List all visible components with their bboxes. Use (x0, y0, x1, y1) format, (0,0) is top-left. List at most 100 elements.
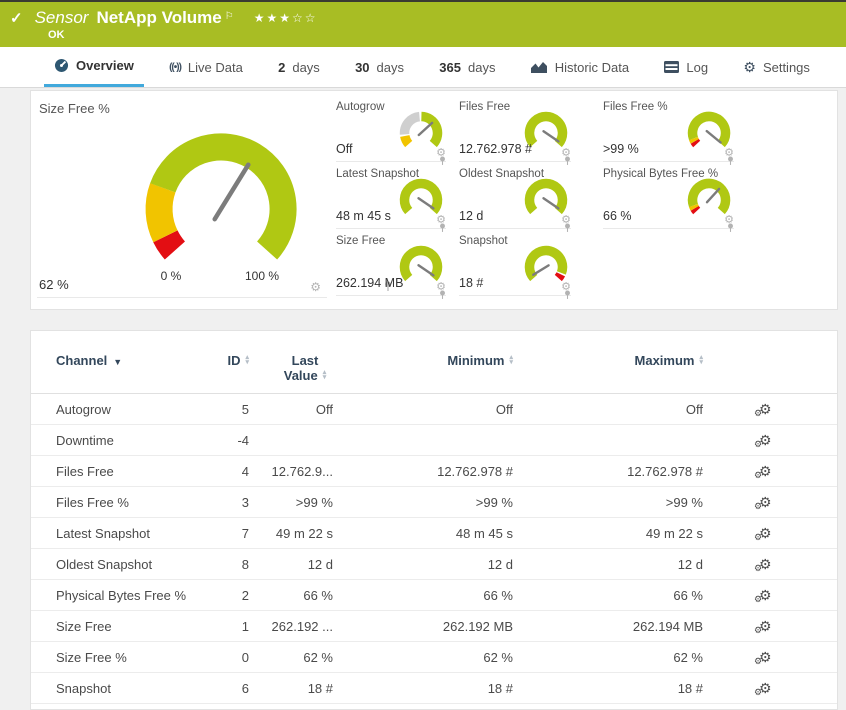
channel-settings-icon[interactable]: ⚙ ⚙ (754, 464, 772, 480)
cell-maximum: 12 d (677, 556, 703, 572)
gauge-pin-icon[interactable] (564, 156, 571, 166)
channel-settings-icon[interactable]: ⚙ ⚙ (754, 588, 772, 604)
gauge-pin-icon[interactable] (439, 223, 446, 233)
cell-maximum: 66 % (673, 587, 703, 603)
tab-label: Live Data (187, 59, 243, 75)
channel-settings-icon[interactable]: ⚙ ⚙ (754, 433, 772, 449)
cell-id: -4 (237, 432, 249, 448)
prtg-sensor-page: { "header": { "check_icon": "✓", "kind":… (0, 0, 846, 710)
channel-settings-icon[interactable]: ⚙ ⚙ (754, 650, 772, 666)
channel-settings-icon[interactable]: ⚙ ⚙ (754, 619, 772, 635)
col-header-minimum[interactable]: Minimum ▴ ▾ (351, 353, 529, 368)
gauge-value: 12.762.978 # (459, 142, 532, 156)
channel-settings-icon[interactable]: ⚙ ⚙ (754, 402, 772, 418)
gauge-label: Files Free % (603, 101, 668, 113)
gauge-pin-icon[interactable] (727, 156, 734, 166)
channel-settings-icon[interactable]: ⚙ ⚙ (754, 495, 772, 511)
cell-maximum: 12.762.978 # (627, 463, 703, 479)
cell-channel: Oldest Snapshot (56, 556, 153, 572)
gauge-actions: ⚙ (436, 215, 446, 232)
cell-id: 5 (241, 401, 249, 417)
gauge-value: 262.194 MB (336, 276, 404, 290)
table-row: Physical Bytes Free % 2 66 % 66 % 66 % ⚙ ⚙ (31, 580, 837, 611)
cell-last-value: 49 m 22 s (275, 525, 333, 541)
cell-minimum: 12.762.978 # (437, 463, 513, 479)
gauge-actions: ⚙ (724, 148, 734, 165)
main-gauge-label: Size Free % (39, 101, 110, 116)
gauge-value: Off (336, 142, 353, 156)
gauge-cell-files-free-[interactable]: Files Free % >99 % ⚙ (603, 99, 734, 165)
sensor-header: ✓ Sensor NetApp Volume ⚐ ★★★☆☆ OK (0, 0, 846, 47)
channel-settings-icon[interactable]: ⚙ ⚙ (754, 526, 772, 542)
gauges-panel: Size Free % 0 % 100 % 62 % ⚙ Autogrow Off… (30, 90, 838, 310)
cell-last-value: Off (315, 401, 333, 417)
tab-live-data[interactable]: ((•)) Live Data (159, 47, 253, 87)
gauge-actions: ⚙ (561, 215, 571, 232)
cell-maximum: Off (685, 401, 703, 417)
cell-channel: Physical Bytes Free % (56, 587, 187, 603)
gauge-actions: ⚙ (724, 215, 734, 232)
table-row: Snapshot 6 18 # 18 # 18 # ⚙ ⚙ (31, 673, 837, 704)
col-header-id[interactable]: ID ▴ ▾ (221, 353, 259, 368)
gauge-pin-icon[interactable] (564, 290, 571, 300)
gauge-label: Files Free (459, 101, 511, 113)
gauge-cell-physical-bytes-free-[interactable]: Physical Bytes Free % 66 % ⚙ (603, 166, 734, 232)
cell-channel: Latest Snapshot (56, 525, 150, 541)
main-gauge-cell[interactable]: Size Free % 0 % 100 % 62 % ⚙ (37, 99, 392, 298)
sort-icon: ▴ ▾ (699, 354, 703, 366)
cell-channel: Files Free (56, 463, 114, 479)
col-header-maximum[interactable]: Maximum ▴ ▾ (529, 353, 721, 368)
tab-days[interactable]: 30 days (345, 47, 414, 87)
channel-table-panel: Channel ▼ ID ▴ ▾ Last Value ▴ ▾ Minimum ▴ ▾ Max… (30, 330, 838, 710)
sort-icon: ▴ ▾ (322, 369, 327, 381)
sensor-title: NetApp Volume (96, 8, 222, 27)
channel-settings-icon[interactable]: ⚙ ⚙ (754, 681, 772, 697)
col-header-last-value[interactable]: Last Value ▴ ▾ (259, 353, 351, 383)
priority-stars[interactable]: ★★★☆☆ (254, 11, 318, 25)
gauge-cell-autogrow[interactable]: Autogrow Off ⚙ (336, 99, 446, 165)
gauge-pin-icon[interactable] (439, 156, 446, 166)
cell-minimum: 262.192 MB (442, 618, 513, 634)
log-icon (664, 61, 680, 73)
cell-minimum: 18 # (487, 680, 513, 696)
tab-log[interactable]: Log (654, 47, 718, 87)
gauge-cell-size-free[interactable]: Size Free 262.194 MB ⚙ (336, 233, 446, 299)
cell-minimum: 62 % (483, 649, 513, 665)
gauge-pin-icon[interactable] (564, 223, 571, 233)
cell-id: 4 (241, 463, 249, 479)
gauge-pin-icon[interactable] (727, 223, 734, 233)
gauge-gear-icon[interactable]: ⚙ (310, 281, 321, 293)
table-header-row: Channel ▼ ID ▴ ▾ Last Value ▴ ▾ Minimum ▴ ▾ Max… (31, 331, 837, 394)
gauge-actions: ⚙ (436, 282, 446, 299)
sensor-kind-label: Sensor (34, 8, 89, 27)
col-header-channel[interactable]: Channel ▼ (31, 353, 221, 368)
tab-historic-data[interactable]: Historic Data (521, 47, 639, 87)
cell-id: 8 (241, 556, 249, 572)
tab-settings[interactable]: ⚙ Settings (733, 47, 820, 87)
gauge-pin-icon[interactable] (439, 290, 446, 300)
flag-icon[interactable]: ⚐ (225, 11, 234, 22)
channel-settings-icon[interactable]: ⚙ ⚙ (754, 557, 772, 573)
tab-overview[interactable]: Overview (44, 47, 144, 87)
gauge-cell-oldest-snapshot[interactable]: Oldest Snapshot 12 d ⚙ (459, 166, 571, 232)
sort-desc-icon: ▼ (113, 357, 123, 367)
gauge-value: >99 % (603, 142, 639, 156)
cell-channel: Downtime (56, 432, 114, 448)
gauge-value: 12 d (459, 209, 484, 223)
cell-last-value: 12.762.9... (271, 463, 333, 479)
gauge-cell-latest-snapshot[interactable]: Latest Snapshot 48 m 45 s ⚙ (336, 166, 446, 232)
cell-minimum: 66 % (483, 587, 513, 603)
cell-channel: Snapshot (56, 680, 111, 696)
gauge-cell-snapshot[interactable]: Snapshot 18 # ⚙ (459, 233, 571, 299)
tab-label: days (292, 59, 320, 75)
cell-last-value: 12 d (307, 556, 333, 572)
table-body: Autogrow 5 Off Off Off ⚙ ⚙ Downtime -4 ⚙ ⚙ Files Fr… (31, 394, 837, 704)
tab-days[interactable]: 365 days (429, 47, 505, 87)
gauge-label: Snapshot (459, 235, 508, 247)
tab-label: days (467, 59, 496, 75)
cell-channel: Files Free % (56, 494, 129, 510)
gauge-actions: ⚙ (561, 148, 571, 165)
tab-days[interactable]: 2 days (268, 47, 330, 87)
table-row: Downtime -4 ⚙ ⚙ (31, 425, 837, 456)
gauge-cell-files-free[interactable]: Files Free 12.762.978 # ⚙ (459, 99, 571, 165)
